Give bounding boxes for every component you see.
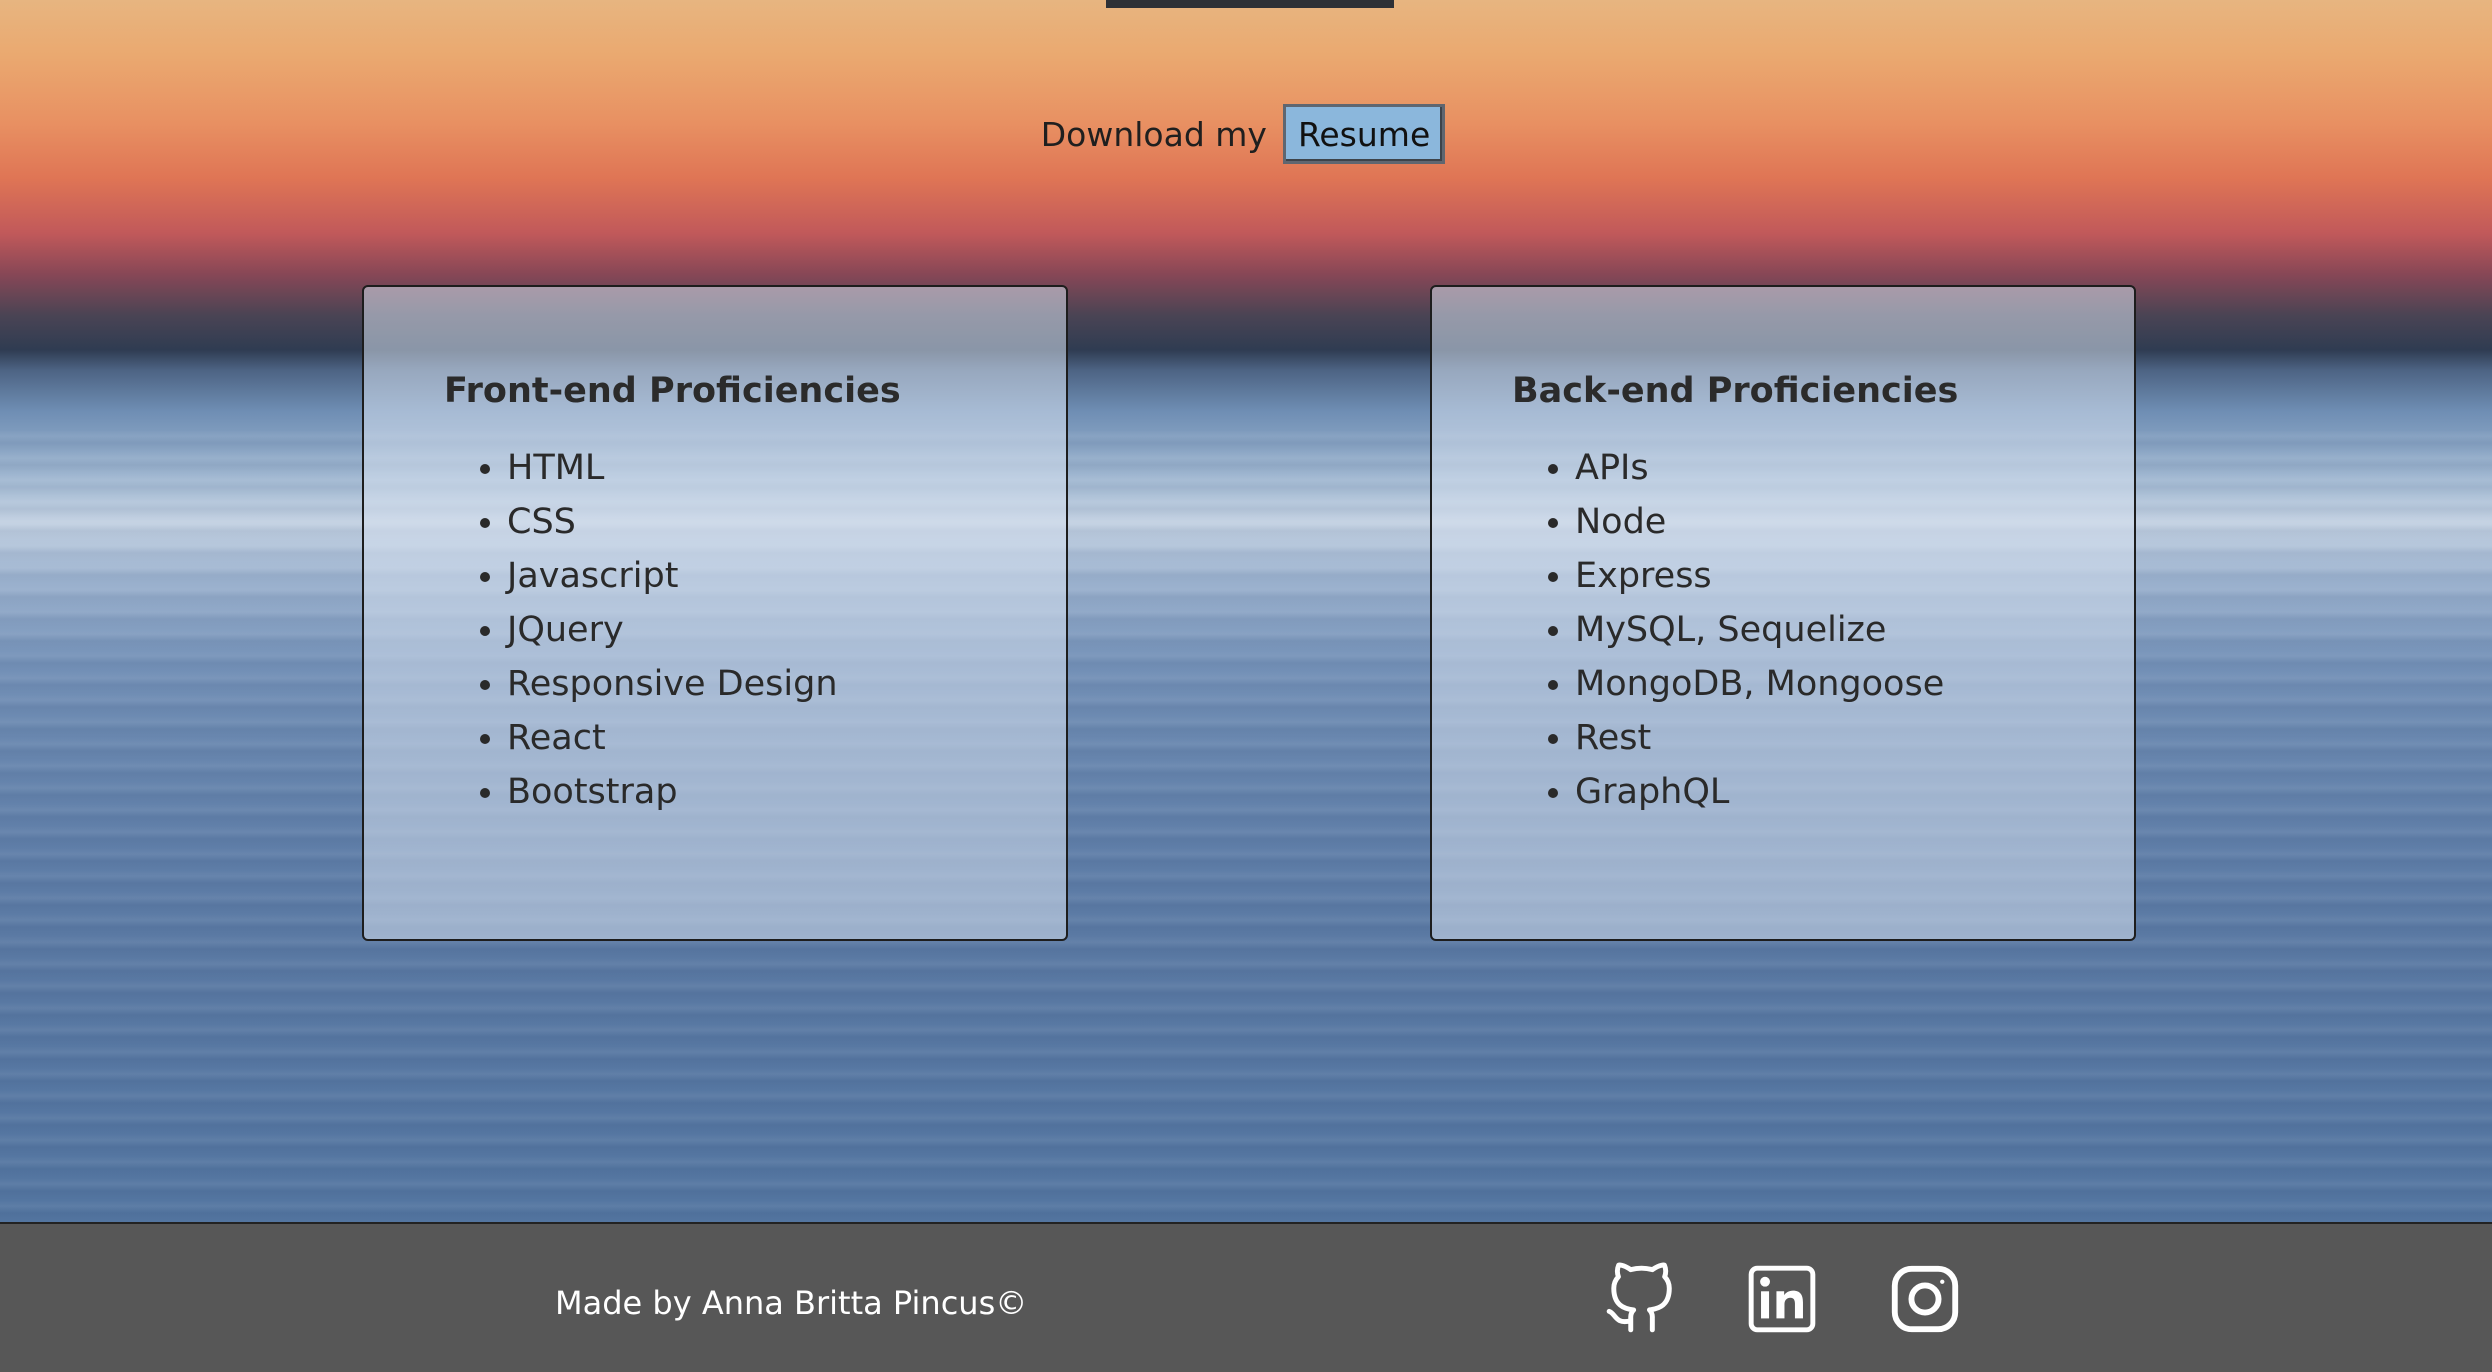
frontend-proficiencies-card: Front-end Proficiencies HTML CSS Javascr… bbox=[362, 285, 1068, 941]
frontend-skill-list: HTML CSS Javascript JQuery Responsive De… bbox=[444, 441, 1066, 819]
list-item: Rest bbox=[1575, 711, 2134, 765]
list-item: Bootstrap bbox=[507, 765, 1066, 819]
resume-lead-text: Download my bbox=[1040, 114, 1267, 154]
list-item: JQuery bbox=[507, 603, 1066, 657]
instagram-link[interactable] bbox=[1888, 1262, 1962, 1336]
list-item: Javascript bbox=[507, 549, 1066, 603]
footer-credit: Made by Anna Britta Pincus© bbox=[555, 1284, 1028, 1322]
instagram-icon bbox=[1891, 1265, 1959, 1333]
page-footer: Made by Anna Britta Pincus© bbox=[0, 1222, 2492, 1372]
linkedin-icon bbox=[1748, 1265, 1816, 1333]
list-item: GraphQL bbox=[1575, 765, 2134, 819]
backend-skill-list: APIs Node Express MySQL, Sequelize Mongo… bbox=[1512, 441, 2134, 819]
resume-download-row: Download my Resume bbox=[0, 104, 2492, 164]
resume-button[interactable]: Resume bbox=[1282, 104, 1446, 164]
backend-card-title: Back-end Proficiencies bbox=[1512, 371, 1959, 411]
nav-bar-edge bbox=[1106, 0, 1394, 8]
list-item: Responsive Design bbox=[507, 657, 1066, 711]
list-item: HTML bbox=[507, 441, 1066, 495]
list-item: MongoDB, Mongoose bbox=[1575, 657, 2134, 711]
list-item: APIs bbox=[1575, 441, 2134, 495]
github-link[interactable] bbox=[1603, 1262, 1677, 1336]
list-item: MySQL, Sequelize bbox=[1575, 603, 2134, 657]
list-item: Node bbox=[1575, 495, 2134, 549]
github-icon bbox=[1606, 1262, 1672, 1333]
linkedin-link[interactable] bbox=[1745, 1262, 1819, 1336]
list-item: CSS bbox=[507, 495, 1066, 549]
frontend-card-title: Front-end Proficiencies bbox=[444, 371, 901, 411]
backend-proficiencies-card: Back-end Proficiencies APIs Node Express… bbox=[1430, 285, 2136, 941]
list-item: Express bbox=[1575, 549, 2134, 603]
list-item: React bbox=[507, 711, 1066, 765]
